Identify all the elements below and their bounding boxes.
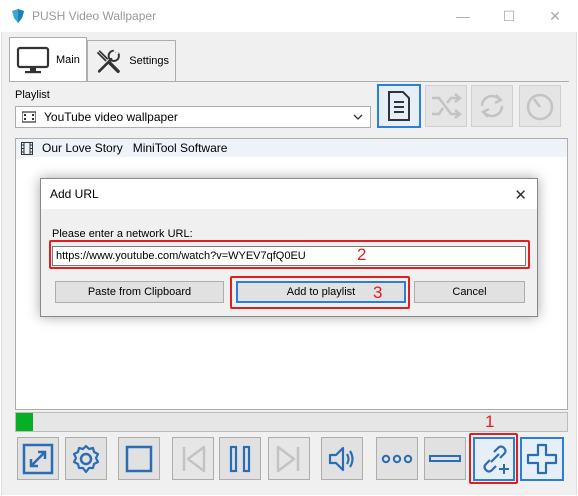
dialog-title: Add URL (50, 187, 99, 201)
refresh-icon (480, 94, 504, 118)
playlist-dropdown[interactable]: YouTube video wallpaper (15, 106, 371, 128)
previous-icon (182, 445, 206, 472)
fullscreen-button[interactable] (17, 437, 59, 480)
stop-button[interactable] (118, 437, 160, 480)
volume-button[interactable] (321, 437, 363, 480)
tab-settings-label: Settings (129, 55, 169, 67)
playlist-icon (22, 111, 36, 123)
maximize-button[interactable]: ☐ (486, 0, 532, 32)
previous-button[interactable] (172, 437, 214, 480)
settings-button[interactable] (65, 437, 107, 480)
timer-button[interactable] (519, 85, 561, 127)
playlist-view-button[interactable] (377, 84, 421, 128)
timer-icon (526, 93, 554, 121)
monitor-icon (16, 46, 50, 73)
close-button[interactable]: ✕ (532, 0, 578, 32)
annotation-box-add-url (469, 433, 518, 484)
annotation-step-3: 3 (373, 283, 383, 302)
annotation-step-1: 1 (485, 412, 495, 431)
more-button[interactable] (376, 437, 418, 480)
annotation-box-add (230, 276, 410, 309)
stop-icon (125, 445, 153, 472)
url-prompt-label: Please enter a network URL: (52, 228, 193, 240)
shuffle-button[interactable] (425, 85, 467, 127)
paste-from-clipboard-button[interactable]: Paste from Clipboard (55, 281, 224, 303)
pause-button[interactable] (219, 437, 261, 480)
window-title: PUSH Video Wallpaper (32, 9, 157, 23)
list-item-title: Our Love Story MiniTool Software (42, 141, 228, 155)
shuffle-icon (432, 93, 462, 119)
tools-icon (96, 49, 120, 74)
fullscreen-icon (22, 443, 54, 474)
playlist-label: Playlist (15, 89, 50, 101)
add-button[interactable] (520, 437, 564, 481)
chevron-down-icon (353, 114, 363, 120)
film-icon (21, 141, 33, 155)
add-icon (526, 443, 558, 475)
playlist-selected: YouTube video wallpaper (44, 110, 178, 124)
tab-main[interactable]: Main (9, 37, 87, 81)
next-icon (276, 445, 300, 472)
list-item[interactable]: Our Love Story MiniTool Software (16, 139, 567, 157)
minimize-button[interactable]: — (440, 0, 486, 32)
tab-main-label: Main (56, 53, 80, 66)
tab-settings[interactable]: Settings (87, 40, 176, 81)
annotation-step-2: 2 (357, 245, 367, 264)
dialog-close-button[interactable]: ✕ (514, 186, 527, 204)
tab-strip: Main Settings (9, 37, 176, 81)
annotation-box-url (49, 240, 530, 269)
dialog-title-bar: Add URL ✕ (41, 179, 537, 209)
progress-fill (16, 413, 33, 431)
settings-gear-icon (72, 444, 100, 473)
cancel-button[interactable]: Cancel (414, 281, 525, 303)
remove-icon (429, 454, 461, 462)
app-logo-icon (12, 9, 24, 23)
volume-icon (328, 446, 354, 471)
next-button[interactable] (268, 437, 310, 480)
remove-button[interactable] (424, 437, 466, 480)
more-icon (381, 454, 413, 463)
playlist-document-icon (388, 91, 410, 121)
pause-icon (229, 445, 251, 472)
repeat-button[interactable] (471, 85, 513, 127)
title-bar: PUSH Video Wallpaper — ☐ ✕ (0, 0, 578, 32)
